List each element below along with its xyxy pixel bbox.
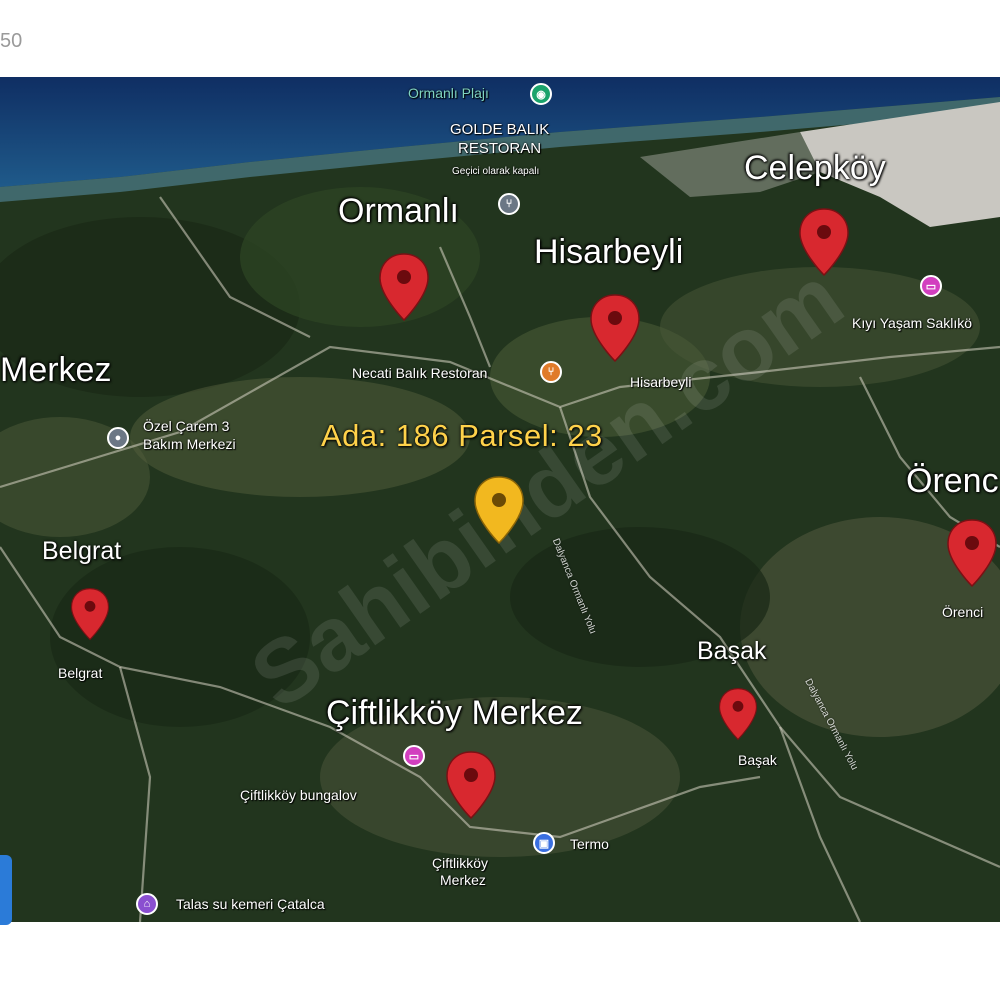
termo-label[interactable]: Termo [570,836,609,853]
village-hisarbeyli: Hisarbeyli [534,233,684,271]
basak-small-label: Başak [738,752,777,768]
golde-line1[interactable]: GOLDE BALIK [450,121,549,138]
pin-hisarbeyli-icon[interactable] [589,293,641,363]
pin-ormanli-icon[interactable] [378,252,430,322]
village-merkez: Merkez [0,351,112,389]
pin-celepkoy-icon[interactable] [798,207,850,277]
restaurant-orange-icon[interactable]: ⑂ [540,361,562,383]
parcel-label: Ada: 186 Parsel: 23 [321,418,603,453]
village-celepkoy: Celepköy [744,149,886,187]
pin-belgrat-icon[interactable] [70,587,110,641]
hisarbeyli-small-label: Hisarbeyli [630,374,692,390]
corner-text: 50 [0,30,23,52]
village-ormanli: Ormanlı [338,192,459,230]
village-ciftlikkoy: Çiftlikköy Merkez [326,694,583,732]
landmark-poi-icon[interactable]: ⌂ [136,893,158,915]
beach-poi-icon[interactable]: ◉ [530,83,552,105]
hotel-poi-icon[interactable]: ▭ [920,275,942,297]
belgrat-small-label: Belgrat [58,665,103,681]
village-basak: Başak [697,637,767,665]
side-tab[interactable] [0,855,12,925]
bungalow-poi-icon[interactable]: ▭ [403,745,425,767]
necati-label[interactable]: Necati Balık Restoran [352,365,487,382]
termo-poi-icon[interactable]: ▣ [533,832,555,854]
bungalov-label[interactable]: Çiftlikköy bungalov [240,787,357,804]
ciftlikkoy-small-2: Merkez [440,872,486,888]
orenc-small-label: Örenci [942,604,984,620]
village-orenc: Örenc [906,462,999,500]
pin-basak-icon[interactable] [718,687,758,741]
golde-status: Geçici olarak kapalı [452,166,540,177]
care-center-icon[interactable]: ● [107,427,129,449]
ozel-line1[interactable]: Özel Çarem 3 [143,418,229,435]
village-belgrat: Belgrat [42,537,122,565]
pin-orenc-icon[interactable] [946,518,998,588]
restaurant-gray-icon[interactable]: ⑂ [498,193,520,215]
satellite-map[interactable]: Sahibinden.com ◉ Ormanlı Plajı GOLDE BAL… [0,77,1000,922]
pin-parcel-icon[interactable] [473,475,525,545]
pin-ciftlikkoy-icon[interactable] [445,750,497,820]
ciftlikkoy-small-1: Çiftlikköy [432,855,489,871]
ormanli-plaji-label[interactable]: Ormanlı Plajı [408,85,489,102]
golde-line2[interactable]: RESTORAN [458,140,541,157]
talas-label[interactable]: Talas su kemeri Çatalca [176,896,325,913]
ozel-line2[interactable]: Bakım Merkezi [143,436,236,453]
kiyi-label[interactable]: Kıyı Yaşam Saklıkö [852,315,972,332]
